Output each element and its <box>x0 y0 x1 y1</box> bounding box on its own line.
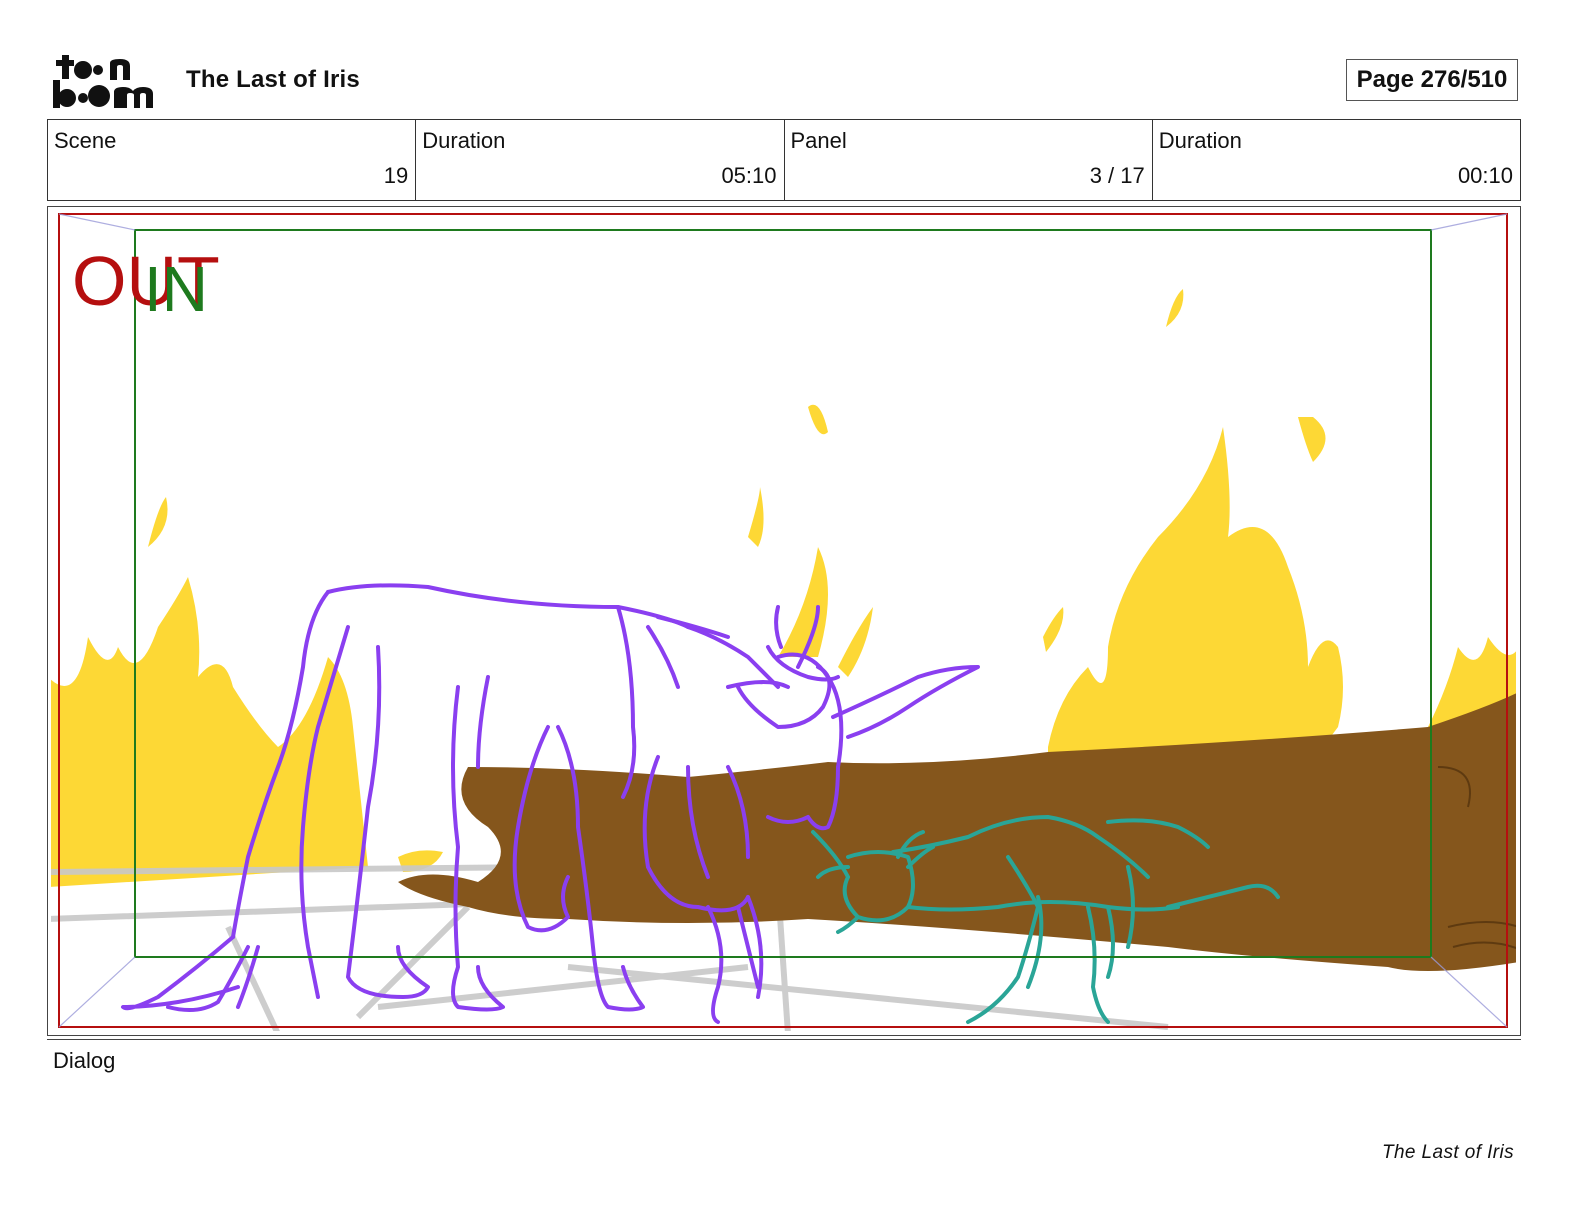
panel-artwork: OUT IN <box>51 213 1516 1031</box>
page-indicator: Page 276/510 <box>1346 59 1518 101</box>
scene-duration-value: 05:10 <box>721 163 777 188</box>
panel-value: 3 / 17 <box>1089 163 1145 188</box>
footer-title: The Last of Iris <box>1381 1142 1514 1163</box>
panel-duration-value: 00:10 <box>1457 163 1513 188</box>
in-frame-label: IN <box>144 253 208 325</box>
scene-label: Scene <box>54 128 117 153</box>
dialog-label: Dialog <box>53 1048 116 1073</box>
project-title: The Last of Iris <box>186 66 360 93</box>
panel-label: Panel <box>790 128 847 153</box>
panel-duration-label: Duration <box>1158 128 1242 153</box>
fallen-log <box>398 693 1516 971</box>
storyboard-panel: OUT IN <box>47 206 1521 1036</box>
scene-duration-cell: Duration 05:10 <box>416 120 785 200</box>
panel-cell: Panel 3 / 17 <box>785 120 1153 200</box>
panel-info-table: Scene 19 Duration 05:10 Panel 3 / 17 Dur… <box>47 119 1521 201</box>
scene-value: 19 <box>383 163 409 188</box>
scene-cell: Scene 19 <box>48 120 417 200</box>
dialog-divider <box>47 1039 1521 1040</box>
scene-duration-label: Duration <box>422 128 506 153</box>
panel-duration-cell: Duration 00:10 <box>1153 120 1520 200</box>
toon-boom-logo <box>53 55 153 108</box>
